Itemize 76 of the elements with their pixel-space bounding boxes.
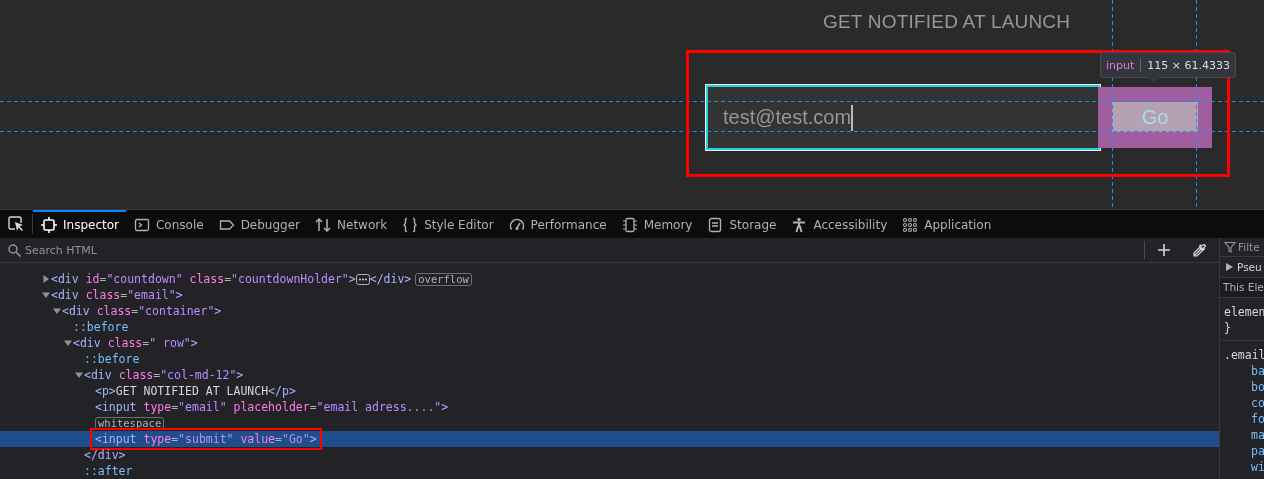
section-label: This Ele bbox=[1223, 281, 1264, 294]
cabinet-icon bbox=[707, 217, 724, 233]
closing-tag: </div> bbox=[84, 448, 126, 462]
closing-tag: </div> bbox=[369, 272, 412, 286]
braces-icon bbox=[402, 217, 419, 233]
rule-brace: } bbox=[1224, 320, 1232, 336]
eyedropper-icon[interactable] bbox=[1193, 243, 1207, 257]
dot-grid-icon bbox=[902, 217, 919, 233]
twisty-icon[interactable] bbox=[41, 291, 50, 299]
text-cursor-icon bbox=[851, 104, 853, 131]
search-field[interactable]: Search HTML bbox=[25, 243, 1140, 257]
tag-shape-icon bbox=[218, 217, 235, 233]
person-icon bbox=[791, 217, 808, 233]
markup-row[interactable]: <div class="col-md-12"> bbox=[0, 367, 1219, 383]
gauge-icon bbox=[508, 217, 525, 233]
property-name: ma bbox=[1250, 427, 1264, 443]
markup-line: ::before bbox=[73, 320, 129, 334]
devtools-tab[interactable]: Accessibility bbox=[783, 210, 895, 238]
markup-row[interactable]: <p>GET NOTIFIED AT LAUNCH</p> bbox=[0, 383, 1219, 399]
markup-row[interactable]: ::before bbox=[0, 351, 1219, 367]
devtools-tab[interactable]: Memory bbox=[613, 210, 700, 238]
twisty-icon[interactable] bbox=[41, 275, 50, 283]
devtools-tab[interactable]: Network bbox=[307, 210, 395, 238]
markup-badge[interactable]: overflow bbox=[415, 272, 472, 286]
up-down-arrows-icon bbox=[315, 217, 332, 233]
property-name: bo bbox=[1250, 379, 1264, 395]
search-icon bbox=[8, 243, 21, 257]
property-name: fo bbox=[1250, 411, 1264, 427]
markup-line: <p>GET NOTIFIED AT LAUNCH</p> bbox=[95, 384, 296, 398]
markup-line: <div class="container"> bbox=[62, 304, 222, 318]
devtools-tab[interactable]: Application bbox=[894, 210, 999, 238]
ellipsis-icon[interactable] bbox=[355, 273, 370, 285]
property-name: co bbox=[1250, 395, 1264, 411]
markup-line: <div class=" row"> bbox=[73, 336, 198, 350]
markup-line: <div id="countdown" class="countdownHolder"> bbox=[51, 272, 356, 286]
twisty-icon[interactable] bbox=[63, 339, 72, 347]
markup-row[interactable]: ::after bbox=[0, 463, 1219, 479]
devtools-tab[interactable]: Console bbox=[126, 210, 211, 238]
devtools-tab[interactable]: Performance bbox=[500, 210, 614, 238]
property-name: wi bbox=[1250, 459, 1264, 475]
markup-row[interactable]: ::before bbox=[0, 319, 1219, 335]
twisty-icon[interactable] bbox=[1226, 263, 1233, 272]
filter-icon bbox=[1224, 241, 1236, 254]
rule-selector: elemen bbox=[1224, 304, 1264, 320]
markup-badge[interactable]: whitespace bbox=[95, 416, 165, 430]
devtools-tab[interactable]: Storage bbox=[699, 210, 784, 238]
pseudo-toggle[interactable]: Pseu bbox=[1237, 261, 1262, 274]
frame-icon bbox=[41, 217, 57, 233]
markup-line: <div class="col-md-12"> bbox=[84, 368, 244, 382]
markup-row[interactable]: <input type="submit" value="Go"> bbox=[0, 431, 1219, 447]
chip-icon bbox=[621, 217, 638, 233]
twisty-icon[interactable] bbox=[52, 307, 61, 315]
rule-selector: .email bbox=[1224, 347, 1264, 363]
markup-row[interactable]: <div id="countdown" class="countdownHolder"> </div> overflow bbox=[0, 271, 1219, 287]
plus-icon[interactable] bbox=[1157, 243, 1171, 257]
devtools-tab[interactable]: Style Editor bbox=[394, 210, 501, 238]
devtools-tab[interactable]: Debugger bbox=[210, 210, 308, 238]
markup-row[interactable]: <div class="container"> bbox=[0, 303, 1219, 319]
markup-row[interactable]: <div class=" row"> bbox=[0, 335, 1219, 351]
filter-field[interactable]: Filte bbox=[1238, 241, 1260, 254]
twisty-icon[interactable] bbox=[74, 371, 83, 379]
markup-row[interactable]: <div class="email"> bbox=[0, 287, 1219, 303]
markup-line: ::after bbox=[84, 464, 133, 478]
page-heading: GET NOTIFIED AT LAUNCH bbox=[823, 10, 1071, 34]
element-tooltip: input 115 × 61.4333 bbox=[1100, 52, 1236, 78]
pick-element-icon[interactable] bbox=[8, 216, 24, 232]
tooltip-pointer-icon bbox=[1148, 77, 1160, 84]
property-name: ba bbox=[1250, 363, 1264, 379]
markup-line: <div class="email"> bbox=[51, 288, 183, 302]
markup-line: ::before bbox=[84, 352, 140, 366]
terminal-icon bbox=[134, 217, 150, 233]
markup-line: <input type="email" placeholder="email adress...."> bbox=[95, 400, 449, 414]
markup-row[interactable]: <input type="email" placeholder="email adress...."> bbox=[0, 399, 1219, 415]
markup-row[interactable]: whitespace bbox=[0, 415, 1219, 431]
email-field[interactable]: test@test.com bbox=[706, 85, 1100, 150]
property-name: pa bbox=[1250, 443, 1264, 459]
